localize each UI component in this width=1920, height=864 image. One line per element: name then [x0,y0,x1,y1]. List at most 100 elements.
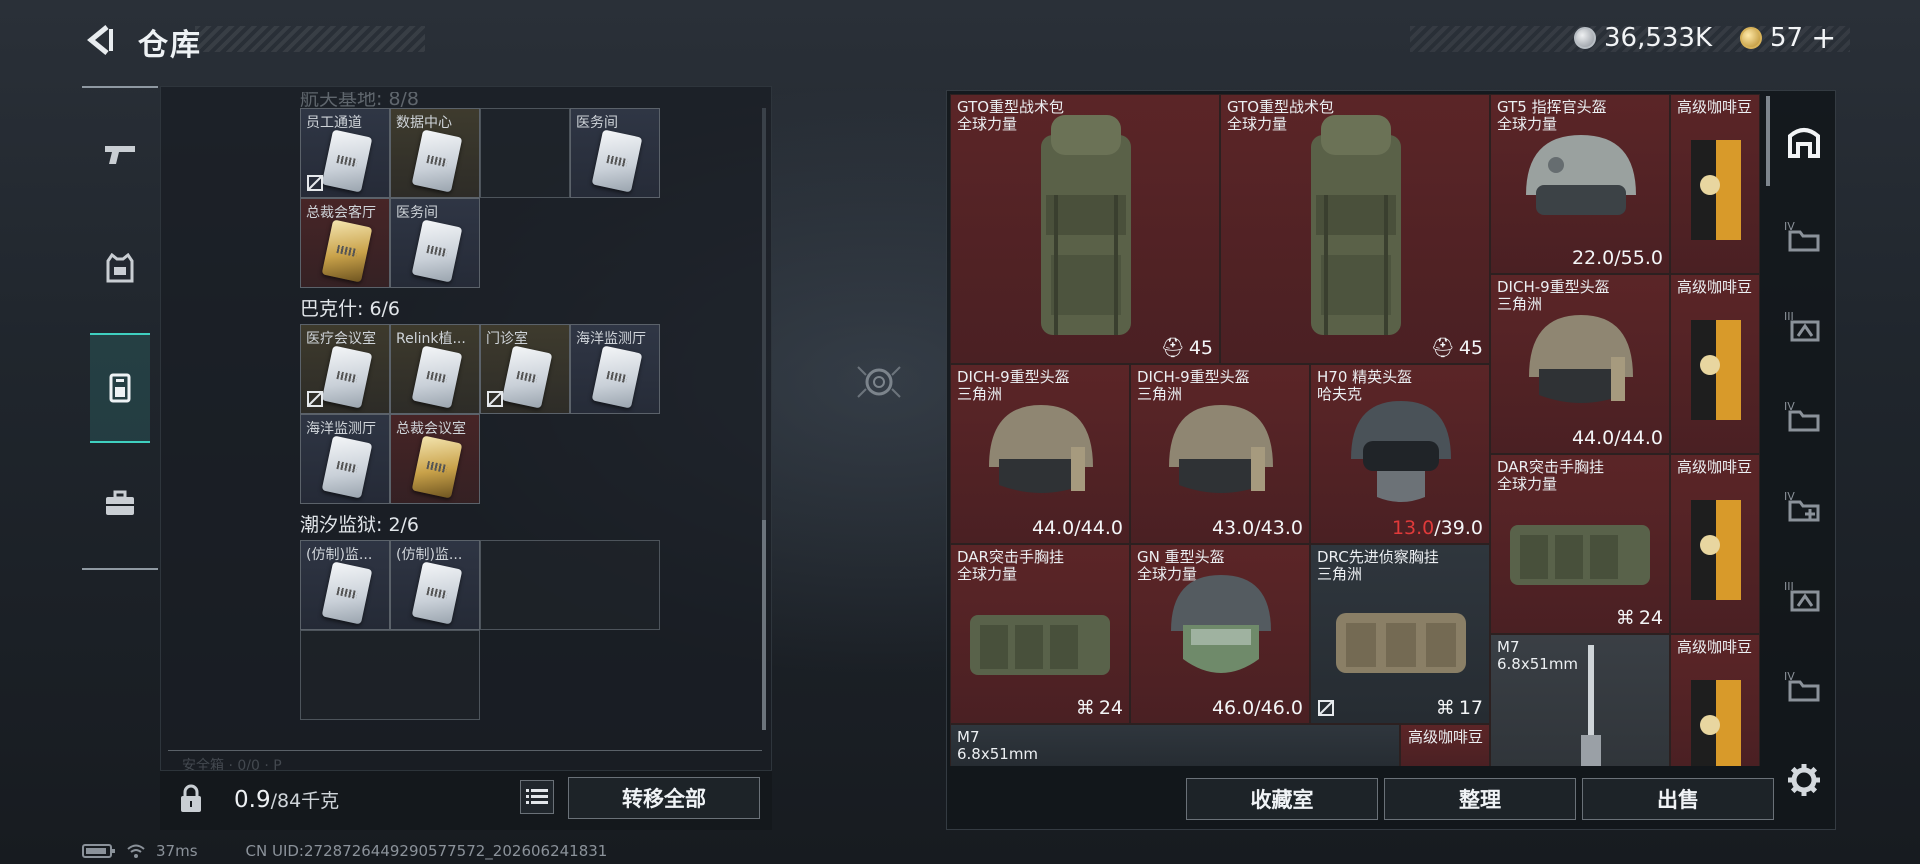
list-view-button[interactable] [520,780,554,814]
item-name: GT5 指挥官头盔 [1497,98,1607,116]
durability-current: 22.0 [1571,247,1615,269]
empty-slot[interactable] [480,108,570,198]
right-scrollbar-thumb[interactable] [1766,96,1770,186]
backpack-item[interactable]: GTO重型战术包 全球力量 ⛑ 45 [950,94,1220,364]
helmet-item[interactable]: H70 精英头盔 哈夫克 13.0/39.0 [1310,364,1490,544]
helmet-item[interactable]: DICH-9重型头盔 三角洲 44.0/44.0 [1490,274,1670,454]
keycard-slot[interactable]: 海洋监测厅 [570,324,660,414]
weapon-item[interactable]: M7 6.8x51mm [950,724,1400,766]
helmet-item[interactable]: GN 重型头盔 全球力量 46.0/46.0 [1130,544,1310,724]
item-name: DICH-9重型头盔 [1137,368,1250,386]
armor-tab[interactable] [90,238,150,298]
keycard-icon [411,129,463,193]
capacity-block: ⛑ 45 [1431,336,1483,360]
lock-icon [181,784,201,812]
sell-button[interactable]: 出售 [1582,778,1774,820]
keycard-slot[interactable]: 总裁会客厅 [300,198,390,288]
storage-tabs: IV III IV IV III IV [1774,96,1834,736]
item-capacity: 45 [1458,336,1483,359]
durability: 13.0/39.0 [1392,517,1483,539]
keycard-slot[interactable]: 海洋监测厅 [300,414,390,504]
keycard-name: Relink植... [396,331,466,347]
coffee-bag-icon [1691,320,1741,420]
item-name: 高级咖啡豆 [1407,728,1483,746]
collection-room-button[interactable]: 收藏室 [1186,778,1378,820]
keycard-slot[interactable]: 员工通道 [300,108,390,198]
coffee-item[interactable]: 高级咖啡豆 [1670,94,1760,274]
storage-tab-home[interactable] [1774,112,1834,172]
transfer-all-button[interactable]: 转移全部 [568,777,760,819]
chest-rig-icon [1336,613,1466,673]
chest-rig-icon [970,615,1110,675]
keycard-slot[interactable]: 医务间 [390,198,480,288]
keycard-slot[interactable]: 总裁会议室 [390,414,480,504]
storage-tab-4[interactable]: IV [1774,206,1834,266]
durability-max: /44.0 [1074,517,1123,539]
keycard-slot[interactable]: (仿制)监... [390,540,480,630]
durability: 44.0/44.0 [1032,517,1123,539]
item-sub: 全球力量 [957,565,1018,583]
keycard-slot[interactable]: 门诊室 [480,324,570,414]
keycard-icon [501,345,553,409]
helmet-item[interactable]: DICH-9重型头盔 三角洲 44.0/44.0 [950,364,1130,544]
keycard-name: 医务间 [576,115,618,131]
coffee-item[interactable]: 高级咖啡豆 [1400,724,1490,766]
status-bar: 37ms CN UID:2728726449290577572_20260624… [82,842,607,860]
durability-current: 43.0 [1211,517,1255,539]
helmet-item[interactable]: DICH-9重型头盔 三角洲 43.0/43.0 [1130,364,1310,544]
storage-tab-3[interactable]: III [1774,296,1834,356]
left-scrollbar-thumb[interactable] [762,520,766,730]
item-name: H70 精英头盔 [1317,368,1413,386]
weapons-tab[interactable] [90,123,150,183]
cards-tab[interactable] [90,333,150,443]
keycard-name: 总裁会议室 [396,421,466,437]
keycard-slot[interactable]: (仿制)监... [300,540,390,630]
keycard-slot[interactable]: 医疗会议室 [300,324,390,414]
keycard-slot[interactable]: 数据中心 [390,108,480,198]
capacity-icon: ⛑ [1160,337,1185,359]
empty-slot[interactable] [300,630,480,720]
item-name: DAR突击手胸挂 [957,548,1064,566]
organize-button[interactable]: 整理 [1384,778,1576,820]
add-gold-button[interactable]: + [1811,21,1836,56]
folder-add-icon: IV [1784,490,1820,522]
weight-current: 0.9 [234,787,271,813]
weapon-item[interactable]: M7 6.8x51mm [1490,634,1670,766]
backpack-item[interactable]: GTO重型战术包 全球力量 ⛑ 45 [1220,94,1490,364]
empty-slot[interactable] [480,540,660,630]
keycard-icon [321,561,373,625]
storage-tab-3b[interactable]: III [1774,566,1834,626]
item-name-block: DRC先进侦察胸挂 三角洲 [1317,549,1439,583]
item-name: M7 [1497,638,1520,656]
section-title: 潮汐监狱: 2/6 [300,514,420,536]
coffee-item[interactable]: 高级咖啡豆 [1670,634,1760,766]
helmet-item[interactable]: GT5 指挥官头盔 全球力量 22.0/55.0 [1490,94,1670,274]
chest-rig-icon [1510,525,1650,585]
gold-currency[interactable]: 57 + [1740,20,1836,56]
capacity-icon: ⌘ [1435,697,1455,719]
back-button[interactable] [80,20,120,60]
coffee-item[interactable]: 高级咖啡豆 [1670,454,1760,634]
wifi-icon [127,844,145,858]
keycard-slot[interactable]: 医务间 [570,108,660,198]
storage-tab-add[interactable]: IV [1774,476,1834,536]
secure-container-row: 安全箱 · 0/0 · P [168,750,762,774]
chest-rig-item[interactable]: DAR突击手胸挂 全球力量 ⌘ 24 [1490,454,1670,634]
chest-rig-item[interactable]: DRC先进侦察胸挂 三角洲 ⌘ 17 [1310,544,1490,724]
storage-tab-4c[interactable]: IV [1774,656,1834,716]
item-name-block: M7 6.8x51mm [957,729,1038,763]
chest-rig-item[interactable]: DAR突击手胸挂 全球力量 ⌘ 24 [950,544,1130,724]
keycard-name: 门诊室 [486,331,528,347]
gear-icon[interactable] [1786,762,1822,798]
ping: 37ms [156,842,198,860]
coffee-item[interactable]: 高级咖啡豆 [1670,274,1760,454]
silver-coin-icon [1574,27,1596,49]
storage-tab-4b[interactable]: IV [1774,386,1834,446]
page-title: 仓库 [138,28,202,63]
tools-tab[interactable] [90,473,150,533]
item-name: DAR突击手胸挂 [1497,458,1604,476]
durability-max: /55.0 [1614,247,1663,269]
keycard-slot[interactable]: Relink植... [390,324,480,414]
folder-icon: IV [1784,400,1820,432]
folder-icon: IV [1784,670,1820,702]
